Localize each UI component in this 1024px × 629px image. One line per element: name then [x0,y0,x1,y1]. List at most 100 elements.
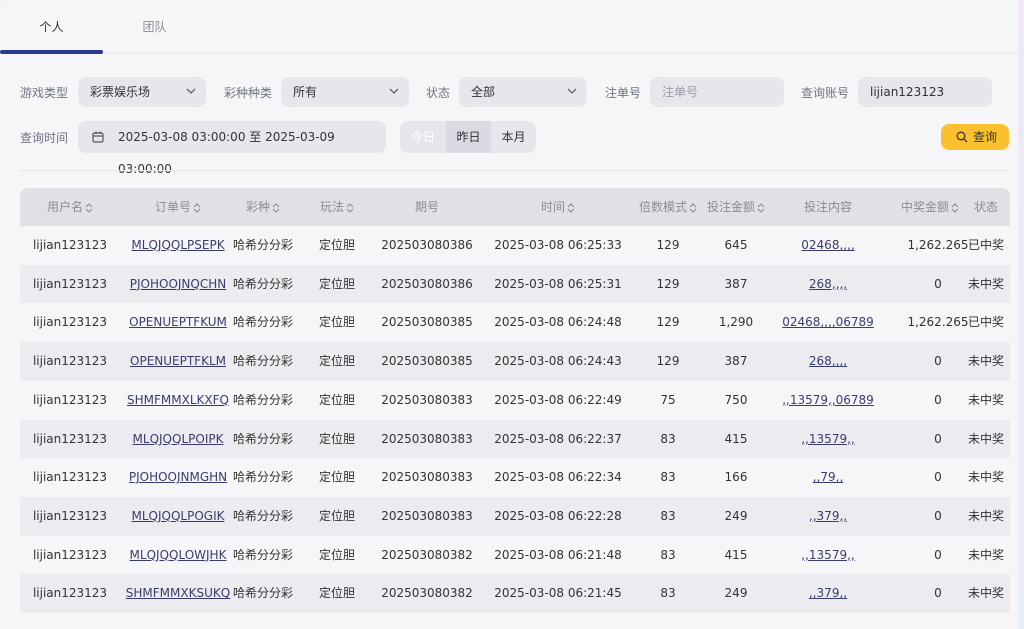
col-header-play[interactable]: 玩法 [320,188,354,226]
cell-win-amount: 0 [934,470,942,485]
account-input[interactable]: lijian123123 [858,77,992,107]
cell-username: lijian123123 [32,508,108,523]
cell-multiple: 129 [656,238,680,252]
cell-lottery: 哈希分分彩 [232,586,294,601]
cell-time: 2025-03-08 06:22:49 [494,392,622,407]
status-label: 状态 [426,86,451,100]
cell-time: 2025-03-08 06:22:37 [494,431,622,446]
cell-order-no[interactable]: MLQJQQLPSEPK [131,226,224,265]
tab-personal[interactable]: 个人 [0,18,103,35]
cell-content[interactable]: ,,13579,, [801,420,854,459]
cell-win-amount: 0 [934,431,942,446]
query-button[interactable]: 查询 [941,124,1009,150]
game-type-value: 彩票娱乐场 [90,85,151,99]
cell-content[interactable]: ,,379,, [809,574,847,613]
cell-content[interactable]: ,,13579,, [801,536,854,575]
col-header-label: 期号 [414,200,440,214]
cell-order-no[interactable]: MLQJQQLPOIPK [133,420,224,459]
game-type-label: 游戏类型 [20,86,69,100]
cell-win-amount: 0 [934,508,942,523]
query-label: 查询 [973,130,998,144]
today-button[interactable]: 今日 [400,121,446,153]
cell-username: lijian123123 [32,586,108,601]
cell-content[interactable]: 268,,,, [809,265,847,304]
col-header-username[interactable]: 用户名 [47,188,93,226]
cell-order-no[interactable]: SHMFMMXKSUKQ [126,574,230,613]
table-row: lijian123123 OPENUEPTFKUM 哈希分分彩 定位胆 20250308… [20,303,1010,342]
cell-amount: 387 [724,354,748,369]
cell-content[interactable]: 268,,,, [809,342,847,381]
game-type-select[interactable]: 彩票娱乐场 [78,77,206,107]
cell-order-no[interactable]: MLQJQQLPOGIK [132,497,225,536]
col-header-lottery[interactable]: 彩种 [246,188,280,226]
cell-username: lijian123123 [32,392,108,407]
cell-content[interactable]: 02468,,,, [801,226,854,265]
quick-date-group: 今日 昨日 本月 [400,121,536,153]
cell-multiple: 83 [660,470,676,485]
cell-username: lijian123123 [32,431,108,446]
col-header-time[interactable]: 时间 [541,188,575,226]
cell-time: 2025-03-08 06:24:48 [494,315,622,330]
cell-amount: 387 [724,276,748,291]
cell-time: 2025-03-08 06:25:31 [494,276,622,291]
sort-icon [951,202,959,213]
cell-status: 已中奖 [967,315,1005,330]
col-header-order-no[interactable]: 订单号 [155,188,201,226]
cell-content[interactable]: ,,79,, [813,458,844,497]
cell-status: 未中奖 [967,508,1005,523]
cell-username: lijian123123 [32,547,108,562]
tab-active-indicator [0,50,103,54]
cell-order-no[interactable]: PJOHOOJNMGHN [129,458,227,497]
table-header: 用户名 订单号 彩种 玩法 期号 时间 倍数模式 投注金额 投注内容 中奖金额 状态 [20,188,1010,226]
this-month-button[interactable]: 本月 [491,121,536,153]
col-header-multiple[interactable]: 倍数模式 [639,188,697,226]
calendar-icon [92,131,104,143]
cell-status: 未中奖 [967,392,1005,407]
cell-multiple: 75 [660,392,676,407]
cell-content[interactable]: ,,379,, [809,497,847,536]
cell-issue: 202503080382 [381,547,473,562]
cell-status: 未中奖 [967,276,1005,291]
cell-win-amount: 0 [934,276,942,291]
table-row: lijian123123 MLQJQQLOWJHK 哈希分分彩 定位胆 20250308… [20,536,1010,575]
cell-lottery: 哈希分分彩 [232,431,294,446]
table-row: lijian123123 SHMFMMXLKXFQ 哈希分分彩 定位胆 20250308… [20,381,1010,420]
cell-issue: 202503080385 [381,315,473,330]
cell-play: 定位胆 [318,238,356,252]
cell-issue: 202503080383 [381,470,473,485]
cell-content[interactable]: 02468,,,,06789 [782,303,874,342]
cell-win-amount: 0 [934,586,942,601]
cell-username: lijian123123 [32,276,108,291]
cell-order-no[interactable]: PJOHOOJNQCHN [130,265,226,304]
cell-content[interactable]: ,,13579,,06789 [782,381,874,420]
cell-issue: 202503080383 [381,392,473,407]
sort-icon [272,202,280,213]
cell-username: lijian123123 [32,238,108,252]
cell-order-no[interactable]: SHMFMMXLKXFQ [127,381,229,420]
tab-team[interactable]: 团队 [103,18,206,35]
col-header-label: 时间 [540,200,566,214]
col-header-amount[interactable]: 投注金额 [707,188,765,226]
col-header-label: 倍数模式 [638,200,688,214]
chevron-down-icon [389,88,399,94]
col-header-win-amount[interactable]: 中奖金额 [901,188,959,226]
date-range-picker[interactable]: 2025-03-08 03:00:00 至 2025-03-09 03:00:0… [78,121,386,176]
lottery-kind-select[interactable]: 所有 [281,77,409,107]
col-header-issue: 期号 [415,188,439,226]
cell-multiple: 129 [656,315,680,330]
status-select[interactable]: 全部 [459,77,587,107]
table-row: lijian123123 PJOHOOJNMGHN 哈希分分彩 定位胆 20250308… [20,458,1010,497]
col-header-label: 玩法 [319,200,345,214]
cell-username: lijian123123 [32,470,108,485]
cell-order-no[interactable]: OPENUEPTFKLM [130,342,226,381]
cell-status: 未中奖 [967,470,1005,485]
yesterday-button[interactable]: 昨日 [446,121,491,153]
sort-icon [193,202,201,213]
page: 个人 团队 游戏类型 彩票娱乐场 彩种种类 所有 状态 全部 注单号 注单号 查… [0,0,1024,629]
cell-order-no[interactable]: MLQJQQLOWJHK [130,536,227,575]
cell-multiple: 129 [656,276,680,291]
cell-time: 2025-03-08 06:21:45 [494,586,622,601]
cell-order-no[interactable]: OPENUEPTFKUM [129,303,227,342]
col-header-label: 用户名 [46,200,84,214]
order-no-input[interactable]: 注单号 [650,77,784,107]
